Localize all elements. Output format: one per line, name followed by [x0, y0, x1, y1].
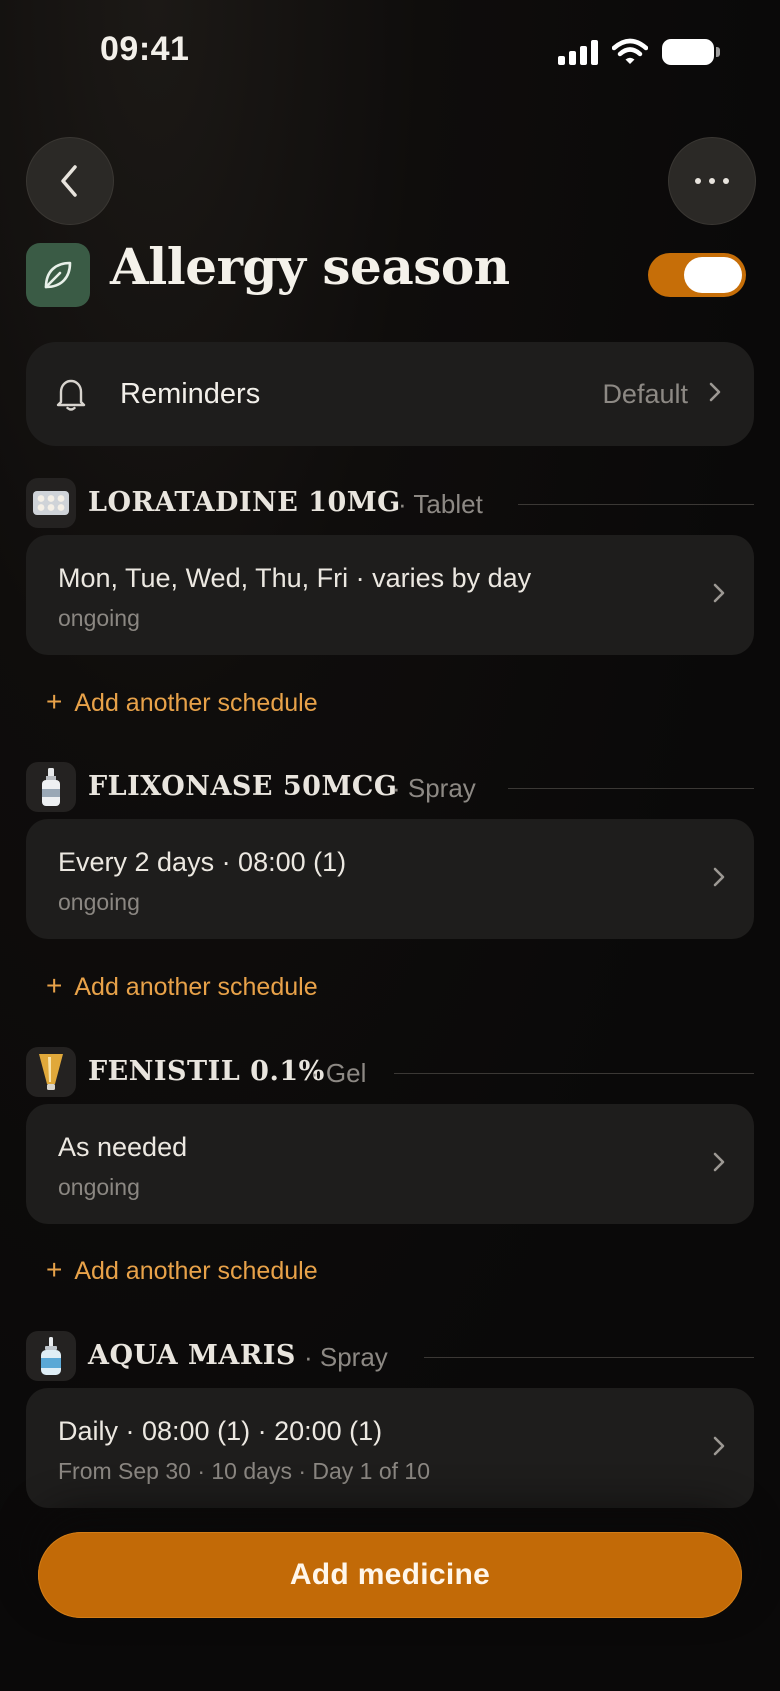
- schedule-summary: Mon, Tue, Wed, Thu, Fri · varies by day: [58, 563, 532, 593]
- chevron-left-icon: [61, 165, 77, 197]
- ellipsis-icon: [695, 178, 729, 184]
- gel-tube-icon: [39, 1054, 63, 1090]
- medicine-form: · Spray: [392, 773, 476, 803]
- chevron-right-icon: [713, 583, 725, 603]
- medicine-header: AQUA MARIS · Spray: [26, 1331, 754, 1383]
- plus-icon: +: [46, 1254, 63, 1285]
- schedule-summary: As needed: [58, 1132, 188, 1162]
- chevron-right-icon: [713, 1436, 725, 1456]
- leaf-icon: [44, 261, 72, 289]
- reminders-label: Reminders: [120, 378, 261, 410]
- divider: [424, 1357, 754, 1358]
- chevron-right-icon: [709, 382, 721, 402]
- add-schedule-label: Add another schedule: [74, 689, 318, 717]
- reminders-value: Default: [602, 379, 688, 409]
- medicine-header: FLIXONASE 50MCG · Spray: [26, 762, 754, 814]
- add-schedule-button[interactable]: + Add another schedule: [46, 970, 318, 1002]
- bell-icon: [56, 379, 86, 411]
- more-options-button[interactable]: [668, 137, 756, 225]
- schedule-summary: Every 2 days · 08:00 (1): [58, 847, 347, 877]
- medicine-name: LORATADINE 10MG: [88, 487, 401, 518]
- medicine-name: FENISTIL 0.1%: [88, 1056, 325, 1087]
- add-medicine-button[interactable]: Add medicine: [38, 1532, 742, 1618]
- add-schedule-label: Add another schedule: [74, 973, 318, 1001]
- plus-icon: +: [46, 686, 63, 717]
- divider: [508, 788, 754, 789]
- schedule-duration: ongoing: [58, 1174, 140, 1200]
- signal-icon: [558, 39, 598, 65]
- medicine-icon: [26, 762, 76, 812]
- plan-enabled-toggle[interactable]: [648, 253, 746, 297]
- page-title: Allergy season: [110, 237, 510, 296]
- toggle-knob: [684, 257, 742, 293]
- schedule-summary: Daily · 08:00 (1) · 20:00 (1): [58, 1416, 383, 1446]
- battery-icon: [662, 39, 720, 65]
- add-schedule-label: Add another schedule: [74, 1257, 318, 1285]
- medicine-form: · Gel: [310, 1058, 367, 1088]
- add-schedule-button[interactable]: + Add another schedule: [46, 1254, 318, 1286]
- divider: [518, 504, 754, 505]
- medicine-name: FLIXONASE 50MCG: [88, 771, 398, 802]
- chevron-right-icon: [713, 867, 725, 887]
- back-button[interactable]: [26, 137, 114, 225]
- schedule-card[interactable]: Mon, Tue, Wed, Thu, Fri · varies by day …: [26, 535, 754, 655]
- medicine-icon: [26, 1331, 76, 1381]
- medicine-icon: [26, 478, 76, 528]
- plan-icon: [26, 243, 90, 307]
- add-schedule-button[interactable]: + Add another schedule: [46, 686, 318, 718]
- plus-icon: +: [46, 970, 63, 1001]
- reminders-row[interactable]: Reminders Default: [26, 342, 754, 446]
- chevron-right-icon: [713, 1152, 725, 1172]
- medicine-header: LORATADINE 10MG · Tablet: [26, 478, 754, 530]
- status-icons: [558, 38, 720, 66]
- nasal-spray-icon: [41, 1337, 61, 1375]
- schedule-duration: ongoing: [58, 605, 140, 631]
- tablet-icon: [33, 491, 69, 515]
- wifi-icon: [612, 38, 648, 64]
- medicine-form: · Tablet: [398, 489, 483, 519]
- medicine-name: AQUA MARIS: [88, 1340, 296, 1371]
- schedule-duration: ongoing: [58, 889, 140, 915]
- medicine-icon: [26, 1047, 76, 1097]
- medicine-header: FENISTIL 0.1% · Gel: [26, 1047, 754, 1099]
- status-bar: 09:41: [0, 0, 780, 110]
- medicine-form: · Spray: [304, 1342, 388, 1372]
- schedule-card[interactable]: As needed ongoing: [26, 1104, 754, 1224]
- schedule-card[interactable]: Daily · 08:00 (1) · 20:00 (1) From Sep 3…: [26, 1388, 754, 1508]
- schedule-card[interactable]: Every 2 days · 08:00 (1) ongoing: [26, 819, 754, 939]
- divider: [394, 1073, 754, 1074]
- plan-header: Allergy season: [26, 237, 754, 309]
- schedule-duration: From Sep 30 · 10 days · Day 1 of 10: [58, 1458, 431, 1484]
- screen: 09:41 Allergy season Reminders Default L…: [0, 0, 780, 1691]
- status-time: 09:41: [100, 30, 190, 68]
- spray-bottle-icon: [42, 768, 60, 806]
